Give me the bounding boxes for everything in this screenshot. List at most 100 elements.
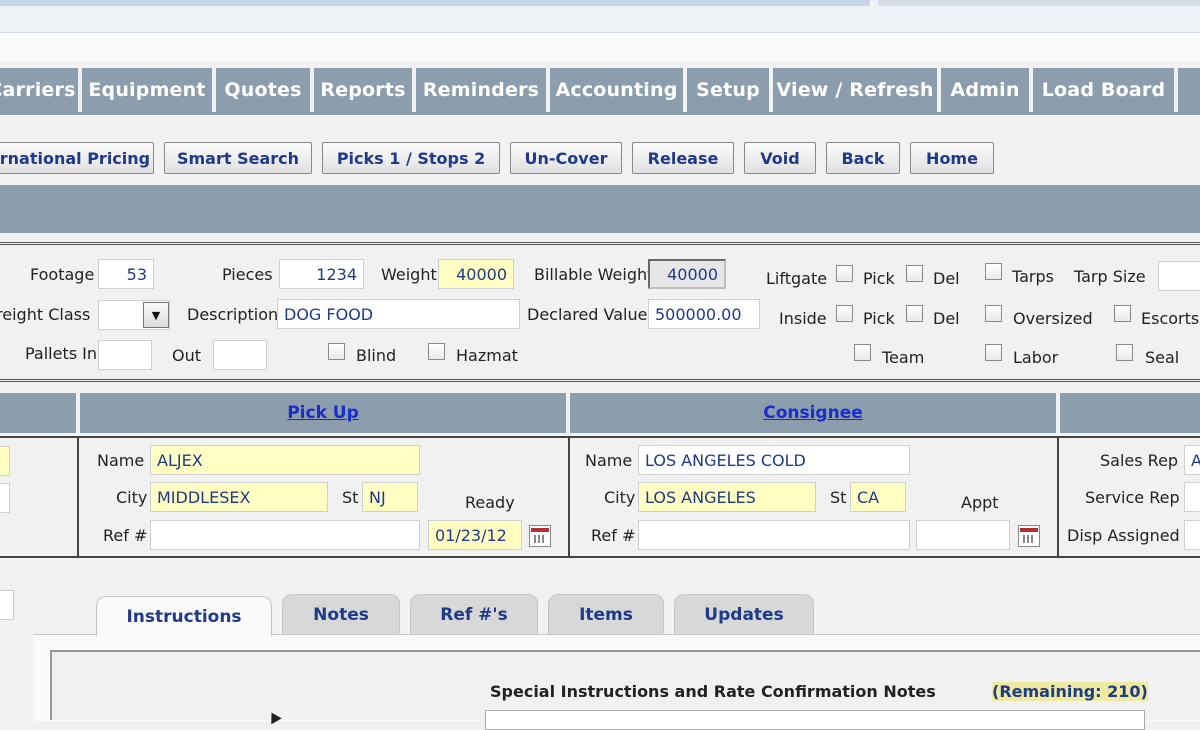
left-input-stub[interactable]	[0, 590, 14, 620]
consignee-city-label: City	[604, 488, 636, 507]
disp-assigned-input[interactable]	[1184, 520, 1200, 550]
disp-assigned-label: Disp Assigned	[1067, 526, 1180, 545]
section-divider	[77, 436, 79, 558]
inside-del-checkbox[interactable]	[906, 305, 923, 322]
nav-tab-setup[interactable]: Setup	[687, 68, 769, 112]
liftgate-del-label: Del	[933, 269, 960, 288]
hazmat-label: Hazmat	[456, 346, 518, 365]
nav-tab-carriers[interactable]: Carriers	[0, 68, 78, 112]
appt-label: Appt	[961, 493, 999, 512]
footage-input[interactable]: 53	[98, 259, 154, 289]
consignee-name-input[interactable]: LOS ANGELES COLD	[638, 445, 910, 475]
declared-value-input[interactable]: 500000.00	[648, 299, 760, 329]
pallets-in-label: Pallets In	[25, 344, 98, 363]
pickup-ref-input[interactable]	[150, 520, 420, 550]
special-instructions-title: Special Instructions and Rate Confirmati…	[490, 682, 936, 701]
weight-input[interactable]: 40000	[438, 259, 514, 289]
consignee-header-link[interactable]: Consignee	[763, 403, 863, 423]
labor-label: Labor	[1013, 348, 1059, 367]
load-details-panel: Footage 53 Pieces 1234 Weight 40000 Bill…	[0, 242, 1200, 382]
footage-label: Footage	[30, 265, 95, 284]
nav-tab-equipment[interactable]: Equipment	[82, 68, 212, 112]
consignee-ref-input[interactable]	[638, 520, 910, 550]
nav-tab-reminders[interactable]: Reminders	[416, 68, 546, 112]
escorts-checkbox[interactable]	[1114, 305, 1131, 322]
sales-rep-input[interactable]: A	[1184, 445, 1200, 475]
pickup-header-link[interactable]: Pick Up	[287, 403, 359, 423]
consignee-city-input[interactable]: LOS ANGELES	[638, 482, 816, 512]
team-checkbox[interactable]	[854, 344, 871, 361]
action-bar: International Pricing Smart Search Picks…	[0, 142, 994, 174]
blind-checkbox[interactable]	[328, 343, 345, 360]
void-button[interactable]: Void	[744, 142, 816, 174]
hazmat-checkbox[interactable]	[428, 343, 445, 360]
inside-pick-label: Pick	[863, 309, 895, 328]
nav-underline	[0, 112, 1200, 115]
international-pricing-button[interactable]: International Pricing	[0, 142, 154, 174]
pieces-input[interactable]: 1234	[279, 259, 364, 289]
pallets-out-input[interactable]	[213, 340, 267, 370]
nav-tab-reports[interactable]: Reports	[314, 68, 412, 112]
inside-pick-checkbox[interactable]	[836, 305, 853, 322]
escorts-label: Escorts	[1141, 309, 1200, 328]
nav-tab-accounting[interactable]: Accounting	[550, 68, 683, 112]
home-button[interactable]: Home	[910, 142, 994, 174]
weight-label: Weight	[381, 265, 437, 284]
pickup-state-input[interactable]: NJ	[362, 482, 418, 512]
pickup-ref-label: Ref #	[103, 526, 148, 545]
consignee-state-input[interactable]: CA	[850, 482, 906, 512]
blind-label: Blind	[356, 346, 397, 365]
pickup-section-header: Pick Up	[80, 393, 566, 433]
chevron-down-icon[interactable]: ▼	[143, 302, 169, 328]
pickup-name-label: Name	[97, 451, 145, 470]
labor-checkbox[interactable]	[985, 344, 1002, 361]
oversized-checkbox[interactable]	[985, 305, 1002, 322]
back-button[interactable]: Back	[826, 142, 900, 174]
tarp-size-label: Tarp Size	[1074, 267, 1146, 286]
seal-label: Seal	[1145, 348, 1180, 367]
inside-label: Inside	[779, 309, 827, 328]
consignee-section-header: Consignee	[570, 393, 1056, 433]
nav-tab-load-board[interactable]: Load Board	[1033, 68, 1174, 112]
nav-tab-view-refresh[interactable]: View / Refresh	[773, 68, 937, 112]
shipper-city-input[interactable]	[0, 483, 10, 513]
browser-top-bar	[0, 0, 1200, 33]
release-button[interactable]: Release	[632, 142, 734, 174]
tab-instructions[interactable]: Instructions	[96, 596, 272, 636]
picks-stops-button[interactable]: Picks 1 / Stops 2	[322, 142, 500, 174]
calendar-icon[interactable]	[1018, 525, 1040, 547]
pickup-name-input[interactable]: ALJEX	[150, 445, 420, 475]
shipper-name-input[interactable]	[0, 446, 10, 476]
nav-tab-overflow[interactable]	[1178, 68, 1200, 112]
liftgate-del-checkbox[interactable]	[906, 265, 923, 282]
uncover-button[interactable]: Un-Cover	[510, 142, 622, 174]
nav-tab-admin[interactable]: Admin	[941, 68, 1029, 112]
appt-date-input[interactable]	[916, 520, 1010, 550]
pickup-city-label: City	[116, 488, 148, 507]
ready-date-input[interactable]: 01/23/12	[428, 520, 522, 550]
browser-tab-strip-right	[878, 0, 1200, 6]
tab-items[interactable]: Items	[548, 594, 664, 634]
tarps-label: Tarps	[1012, 267, 1054, 286]
tarps-checkbox[interactable]	[985, 263, 1002, 280]
pallets-in-input[interactable]	[98, 340, 152, 370]
sales-rep-label: Sales Rep	[1100, 451, 1179, 470]
liftgate-pick-label: Pick	[863, 269, 895, 288]
pickup-state-label: St	[342, 488, 359, 507]
service-rep-input[interactable]	[1184, 482, 1200, 512]
nav-tab-quotes[interactable]: Quotes	[216, 68, 310, 112]
pickup-city-input[interactable]: MIDDLESEX	[150, 482, 328, 512]
liftgate-pick-checkbox[interactable]	[836, 265, 853, 282]
tarp-size-input[interactable]	[1158, 261, 1200, 291]
inside-del-label: Del	[933, 309, 960, 328]
section-divider	[1057, 436, 1059, 558]
main-nav: Carriers Equipment Quotes Reports Remind…	[0, 68, 1200, 112]
calendar-icon[interactable]	[529, 525, 551, 547]
seal-checkbox[interactable]	[1116, 344, 1133, 361]
tab-refs[interactable]: Ref #'s	[410, 594, 538, 634]
special-instructions-textarea[interactable]	[485, 710, 1145, 730]
tab-updates[interactable]: Updates	[674, 594, 814, 634]
tab-notes[interactable]: Notes	[282, 594, 400, 634]
smart-search-button[interactable]: Smart Search	[164, 142, 312, 174]
description-input[interactable]: DOG FOOD	[277, 299, 520, 329]
